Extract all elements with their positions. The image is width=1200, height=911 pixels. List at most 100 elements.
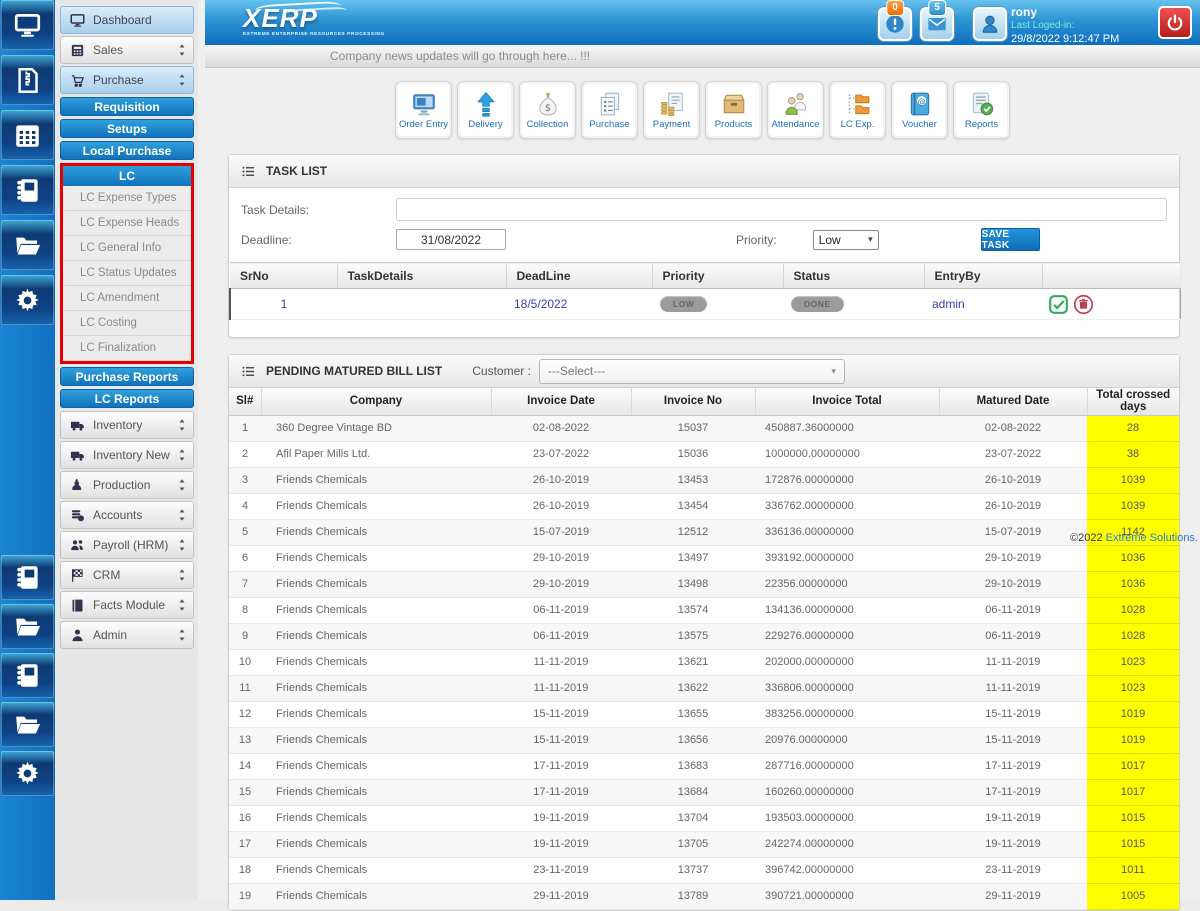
sidebar-accordion-item[interactable]: CRM xyxy=(60,561,194,589)
lc-submenu-item[interactable]: LC Finalization xyxy=(63,336,191,361)
expand-collapse-icon[interactable] xyxy=(177,538,187,552)
expand-collapse-icon[interactable] xyxy=(177,73,187,87)
bill-company: Friends Chemicals xyxy=(261,805,491,832)
expand-collapse-icon[interactable] xyxy=(177,508,187,522)
lc-submenu-item[interactable]: LC Status Updates xyxy=(63,261,191,286)
rail-tile[interactable] xyxy=(1,220,54,270)
messages-badge: 5 xyxy=(928,0,946,16)
bill-sl: 6 xyxy=(229,545,261,572)
bill-invoice-no: 13621 xyxy=(631,649,755,676)
rail-tile[interactable] xyxy=(1,55,54,105)
bill-sl: 4 xyxy=(229,493,261,520)
sidebar-accordion-item[interactable]: Inventory New xyxy=(60,441,194,469)
delete-task-icon[interactable] xyxy=(1073,294,1094,315)
app-logo[interactable]: XERP EXTREME ENTERPRISE RESOURCES PROCES… xyxy=(243,0,385,37)
expand-collapse-icon[interactable] xyxy=(177,418,187,432)
expand-collapse-icon[interactable] xyxy=(177,628,187,642)
rail-tile[interactable] xyxy=(1,653,54,698)
bill-matured-date: 17-11-2019 xyxy=(939,779,1087,806)
toolbar-button-label: Attendance xyxy=(771,118,820,130)
sidebar-accordion-item[interactable]: Purchase xyxy=(60,66,194,94)
expand-collapse-icon[interactable] xyxy=(177,448,187,462)
company-link[interactable]: Extreme Solutions. xyxy=(1106,532,1198,544)
toolbar-button[interactable]: Purchase xyxy=(581,81,638,139)
bill-company: Friends Chemicals xyxy=(261,467,491,494)
alerts-button[interactable]: 0 xyxy=(877,0,913,42)
bill-matured-date: 29-10-2019 xyxy=(939,571,1087,598)
sidebar-section-button[interactable]: Setups xyxy=(60,119,194,138)
toolbar-button[interactable]: Delivery xyxy=(457,81,514,139)
priority-select[interactable]: Low ▾ xyxy=(812,229,879,250)
expand-collapse-icon[interactable] xyxy=(177,598,187,612)
lc-submenu-item[interactable]: LC Amendment xyxy=(63,286,191,311)
toolbar-button[interactable]: @ Voucher xyxy=(891,81,948,139)
bill-invoice-date: 29-10-2019 xyxy=(491,545,631,572)
task-details-input[interactable] xyxy=(396,198,1167,221)
expand-collapse-icon[interactable] xyxy=(177,478,187,492)
task-entryby[interactable]: admin xyxy=(924,288,1042,320)
bill-sl: 9 xyxy=(229,623,261,650)
icon-rail xyxy=(0,0,55,900)
copyright-text: ©2022 xyxy=(1070,532,1103,544)
bills-table: Sl# Company Invoice Date Invoice No Invo… xyxy=(229,388,1179,910)
bill-crossed-days: 1028 xyxy=(1087,623,1179,650)
sidebar-accordion-item[interactable]: Facts Module xyxy=(60,591,194,619)
mark-done-icon[interactable] xyxy=(1048,294,1069,315)
toolbar-button[interactable]: Order Entry xyxy=(395,81,452,139)
sidebar-accordion-item[interactable]: Accounts xyxy=(60,501,194,529)
bill-invoice-total: 134136.00000000 xyxy=(755,597,939,624)
toolbar-button[interactable]: Reports xyxy=(953,81,1010,139)
toolbar-button[interactable]: Attendance xyxy=(767,81,824,139)
toolbar-button[interactable]: $ Collection xyxy=(519,81,576,139)
news-ticker: Company news updates will go through her… xyxy=(205,45,1200,68)
last-login-label: Last Loged-in: xyxy=(1011,20,1075,31)
sidebar-section-button[interactable]: LC Reports xyxy=(60,389,194,408)
lc-submenu-item[interactable]: LC Expense Types xyxy=(63,186,191,211)
bill-invoice-total: 336806.00000000 xyxy=(755,675,939,702)
sidebar-accordion-item[interactable]: Admin xyxy=(60,621,194,649)
lc-submenu-item[interactable]: LC Costing xyxy=(63,311,191,336)
sidebar-section-button[interactable]: Local Purchase xyxy=(60,141,194,160)
expand-collapse-icon[interactable] xyxy=(177,568,187,582)
sidebar-accordion-item[interactable]: Inventory xyxy=(60,411,194,439)
table-row: 3 Friends Chemicals 26-10-2019 13453 172… xyxy=(229,467,1179,494)
bill-matured-date: 11-11-2019 xyxy=(939,675,1087,702)
rail-tile[interactable] xyxy=(1,604,54,649)
logout-power-button[interactable] xyxy=(1158,6,1192,39)
bill-invoice-no: 13656 xyxy=(631,727,755,754)
sidebar-accordion-item[interactable]: ♟ Production xyxy=(60,471,194,499)
toolbar-button[interactable]: LC Exp. xyxy=(829,81,886,139)
sidebar-accordion-item[interactable]: Payroll (HRM) xyxy=(60,531,194,559)
monitor-icon xyxy=(14,12,41,39)
task-deadline[interactable]: 18/5/2022 xyxy=(506,288,652,320)
messages-button[interactable]: 5 xyxy=(919,0,955,42)
deadline-input[interactable] xyxy=(396,229,506,250)
toolbar-button-label: Payment xyxy=(652,118,691,130)
sidebar-section-button[interactable]: Purchase Reports xyxy=(60,367,194,386)
lc-submenu-item[interactable]: LC Expense Heads xyxy=(63,211,191,236)
user-avatar[interactable] xyxy=(972,6,1008,42)
rail-tile[interactable] xyxy=(1,751,54,796)
rail-tile[interactable] xyxy=(1,555,54,600)
customer-select[interactable]: ---Select--- ▾ xyxy=(538,358,845,384)
expand-collapse-icon[interactable] xyxy=(177,43,187,57)
table-row: 6 Friends Chemicals 29-10-2019 13497 393… xyxy=(229,545,1179,572)
rail-tile[interactable] xyxy=(1,110,54,160)
user-name: rony xyxy=(1011,5,1038,19)
bill-invoice-no: 13454 xyxy=(631,493,755,520)
bill-sl: 19 xyxy=(229,883,261,910)
toolbar-button[interactable]: Payment xyxy=(643,81,700,139)
toolbar-button[interactable]: Products xyxy=(705,81,762,139)
toolbar-button-label: Delivery xyxy=(468,118,503,130)
rail-tile[interactable] xyxy=(1,165,54,215)
rail-tile[interactable] xyxy=(1,275,54,325)
task-srno[interactable]: 1 xyxy=(229,288,337,320)
rail-tile[interactable] xyxy=(1,702,54,747)
save-task-button[interactable]: SAVE TASK xyxy=(980,228,1040,251)
sidebar-accordion-item[interactable]: Sales xyxy=(60,36,194,64)
sidebar-accordion-item[interactable]: Dashboard xyxy=(60,6,194,34)
rail-tile[interactable] xyxy=(1,0,54,50)
lc-submenu-item[interactable]: LC General Info xyxy=(63,236,191,261)
sidebar-item-lc[interactable]: LC xyxy=(63,166,191,186)
sidebar-section-button[interactable]: Requisition xyxy=(60,97,194,116)
